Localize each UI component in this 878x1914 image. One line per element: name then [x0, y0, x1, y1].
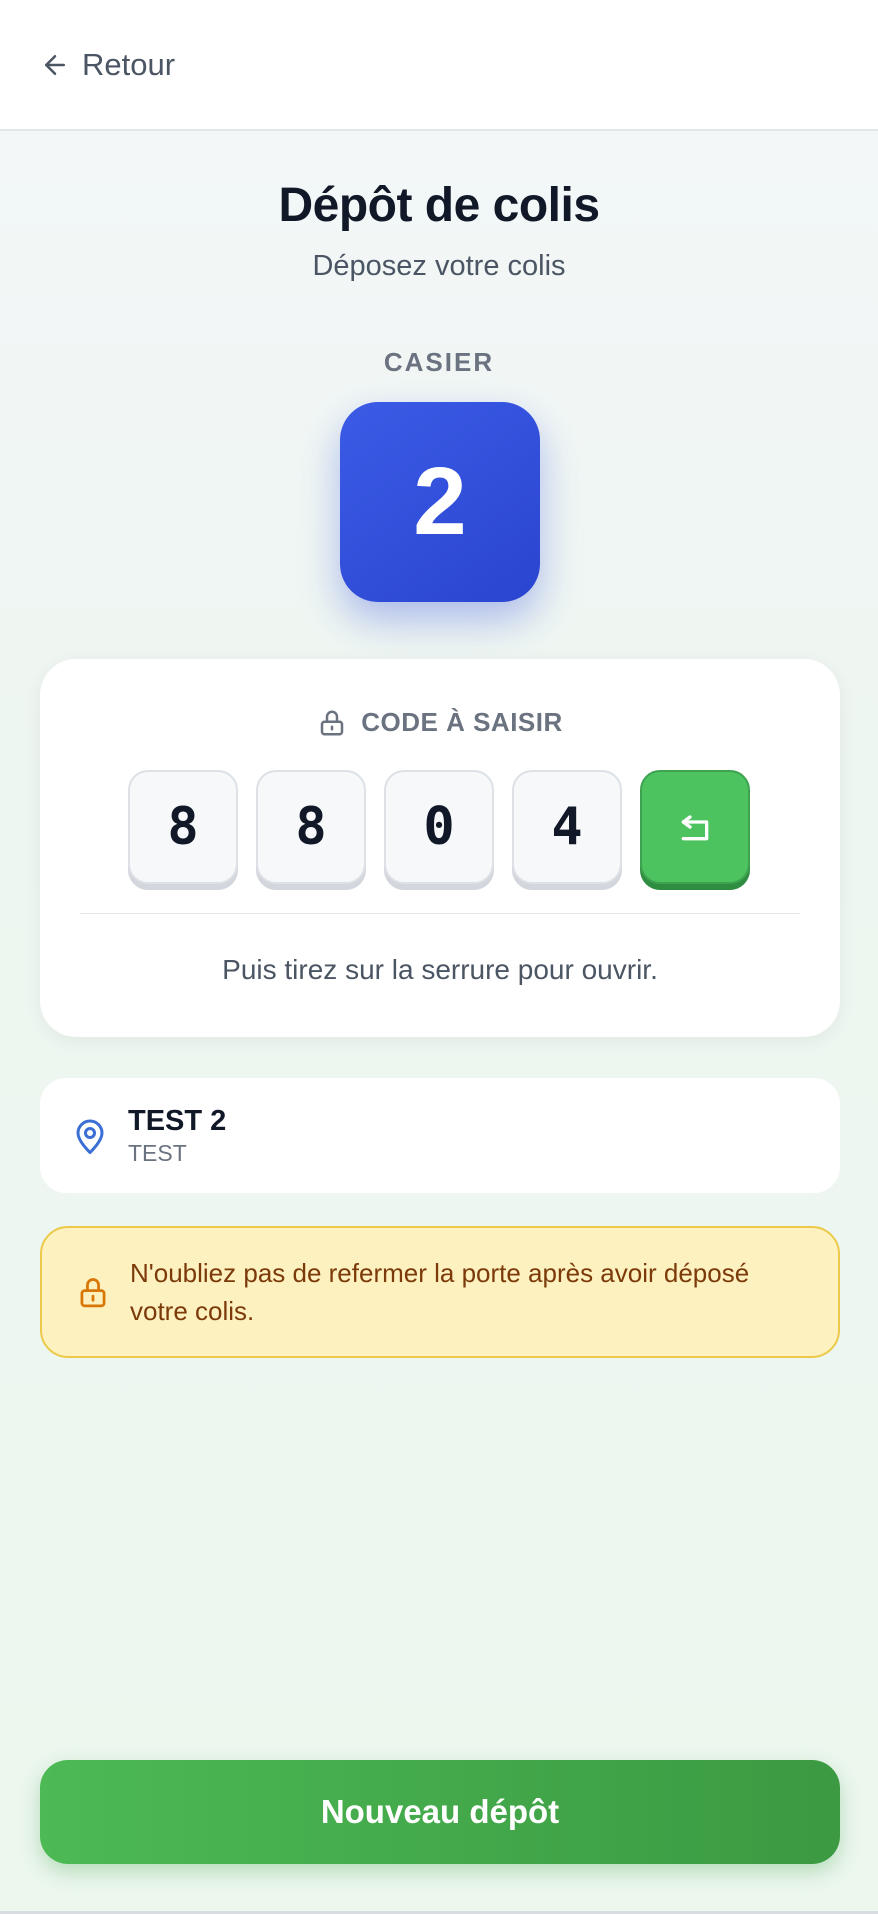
page-title: Dépôt de colis	[278, 179, 600, 232]
back-label: Retour	[82, 46, 176, 82]
casier-label: CASIER	[383, 347, 495, 377]
new-deposit-button[interactable]: Nouveau dépôt	[40, 1760, 840, 1864]
location-name: TEST 2	[128, 1104, 227, 1137]
enter-icon	[681, 815, 709, 841]
enter-key	[640, 770, 750, 884]
code-hint: Puis tirez sur la serrure pour ouvrir.	[222, 954, 658, 985]
code-header: CODE À SAISIR	[40, 707, 840, 738]
warning-banner: N'oubliez pas de refermer la porte après…	[40, 1226, 840, 1358]
page-subtitle: Déposez votre colis	[312, 250, 566, 282]
card-divider	[80, 913, 800, 914]
code-label: CODE À SAISIR	[361, 707, 563, 737]
casier-number: 2	[340, 402, 540, 602]
lock-icon	[320, 710, 344, 735]
arrow-left-icon	[45, 54, 65, 75]
location-card: TEST 2 TEST	[40, 1078, 840, 1193]
code-digits: 8 8 0 4	[128, 770, 750, 884]
lock-warning-icon	[80, 1278, 106, 1308]
warning-text: N'oubliez pas de refermer la porte après…	[130, 1258, 750, 1326]
location-subtitle: TEST	[128, 1139, 187, 1166]
code-digit-4: 4	[512, 770, 622, 884]
code-digit-1: 8	[128, 770, 238, 884]
code-card: CODE À SAISIR 8 8 0 4 Puis tirez sur la …	[40, 659, 840, 1037]
top-bar: Retour	[0, 0, 878, 131]
code-digit-2: 8	[256, 770, 366, 884]
code-digit-3: 0	[384, 770, 494, 884]
map-pin-icon	[76, 1119, 104, 1154]
back-button[interactable]: Retour	[40, 47, 175, 83]
